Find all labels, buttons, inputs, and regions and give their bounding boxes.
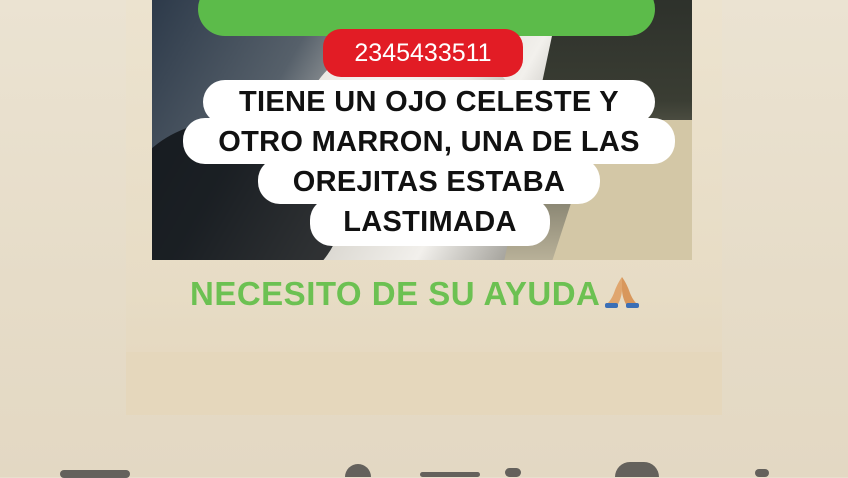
help-request-text: NECESITO DE SU AYUDA [190,275,601,312]
caption-line-1: TIENE UN OJO CELESTE Y [239,86,619,118]
cropped-glyph [755,469,769,477]
cropped-bottom-bar [0,460,848,478]
cropped-glyph [345,464,371,477]
share-banner-text: POR FAVOR COMPARTIR [198,0,655,8]
caption-line-2: OTRO MARRON, UNA DE LAS [218,126,640,158]
phone-badge: 2345433511 [323,29,523,77]
help-request: NECESITO DE SU AYUDA [190,272,642,316]
story-card-footer-band [126,352,722,415]
caption-line-3: OREJITAS ESTABA [292,166,566,198]
cropped-glyph [505,468,521,477]
cropped-glyph [420,472,480,477]
cropped-glyph [615,462,659,477]
phone-number: 2345433511 [354,39,492,67]
praying-hands-icon [602,273,642,320]
caption-line-4: LASTIMADA [343,206,517,238]
